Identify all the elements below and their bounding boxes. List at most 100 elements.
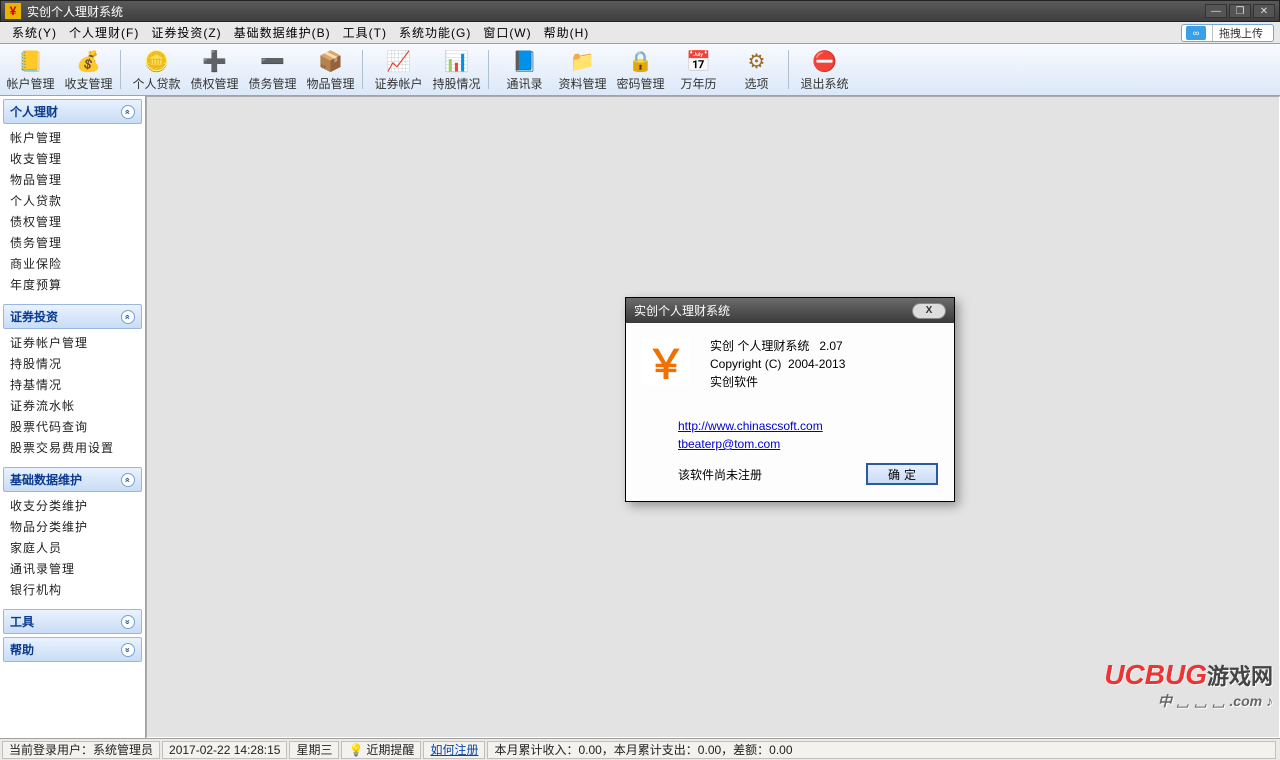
status-howto-register[interactable]: 如何注册 (423, 741, 485, 759)
toolbar-万年历[interactable]: 📅万年历 (670, 44, 728, 95)
sidebar-item-收支管理[interactable]: 收支管理 (10, 148, 145, 169)
toolbar-icon: 📘 (511, 47, 539, 75)
menu-item-2[interactable]: 证券投资(Z) (145, 22, 227, 43)
toolbar-separator (362, 50, 368, 89)
toolbar-通讯录[interactable]: 📘通讯录 (496, 44, 554, 95)
menu-item-4[interactable]: 工具(T) (337, 22, 393, 43)
about-dialog: 实创个人理财系统 X ￥ 实创 个人理财系统 2.07 Copyright (C… (625, 297, 955, 502)
toolbar-退出系统[interactable]: ⛔退出系统 (796, 44, 854, 95)
toolbar-icon: ➕ (201, 47, 229, 75)
window-titlebar: ¥ 实创个人理财系统 — ❐ ✕ (0, 0, 1280, 22)
sidebar-list: 收支分类维护物品分类维护家庭人员通讯录管理银行机构 (0, 492, 145, 606)
toolbar-选项[interactable]: ⚙选项 (728, 44, 786, 95)
window-title: 实创个人理财系统 (27, 3, 123, 20)
toolbar-icon: ⛔ (811, 47, 839, 75)
toolbar-label: 收支管理 (64, 75, 112, 92)
main-workspace: 实创个人理财系统 X ￥ 实创 个人理财系统 2.07 Copyright (C… (146, 96, 1280, 738)
toolbar-持股情况[interactable]: 📊持股情况 (428, 44, 486, 95)
menu-item-0[interactable]: 系统(Y) (6, 22, 63, 43)
chevron-icon: » (121, 615, 135, 629)
sidebar-item-年度预算[interactable]: 年度预算 (10, 274, 145, 295)
sidebar-item-持基情况[interactable]: 持基情况 (10, 374, 145, 395)
sidebar-item-债务管理[interactable]: 债务管理 (10, 232, 145, 253)
toolbar-label: 债权管理 (190, 75, 238, 92)
toolbar-icon: 🪙 (143, 47, 171, 75)
sidebar-group-title: 基础数据维护 (10, 471, 82, 488)
status-datetime: 2017-02-22 14:28:15 (162, 741, 287, 759)
toolbar-帐户管理[interactable]: 📒帐户管理 (2, 44, 60, 95)
sidebar-group-证券投资[interactable]: 证券投资 « (3, 304, 142, 329)
sidebar-item-收支分类维护[interactable]: 收支分类维护 (10, 495, 145, 516)
chevron-icon: « (121, 310, 135, 324)
sidebar-item-通讯录管理[interactable]: 通讯录管理 (10, 558, 145, 579)
menu-item-3[interactable]: 基础数据维护(B) (228, 22, 337, 43)
dialog-titlebar: 实创个人理财系统 X (626, 298, 954, 323)
toolbar-label: 通讯录 (506, 75, 542, 92)
menu-item-1[interactable]: 个人理财(F) (63, 22, 145, 43)
minimize-button[interactable]: — (1205, 4, 1227, 18)
toolbar-label: 资料管理 (558, 75, 606, 92)
close-button[interactable]: ✕ (1253, 4, 1275, 18)
menu-item-7[interactable]: 帮助(H) (538, 22, 596, 43)
upload-label: 拖拽上传 (1212, 25, 1269, 41)
sidebar-group-title: 证券投资 (10, 308, 58, 325)
toolbar-separator (788, 50, 794, 89)
toolbar-icon: 💰 (75, 47, 103, 75)
sidebar-item-股票代码查询[interactable]: 股票代码查询 (10, 416, 145, 437)
toolbar-icon: 📈 (385, 47, 413, 75)
chevron-icon: » (121, 643, 135, 657)
toolbar-label: 个人贷款 (132, 75, 180, 92)
sidebar-item-债权管理[interactable]: 债权管理 (10, 211, 145, 232)
status-user: 当前登录用户：系统管理员 (2, 741, 160, 759)
ok-button[interactable]: 确定 (866, 463, 938, 485)
toolbar-icon: 📦 (317, 47, 345, 75)
sidebar-group-帮助[interactable]: 帮助» (3, 637, 142, 662)
toolbar-label: 持股情况 (432, 75, 480, 92)
sidebar-item-家庭人员[interactable]: 家庭人员 (10, 537, 145, 558)
sidebar-group-工具[interactable]: 工具» (3, 609, 142, 634)
sidebar-group-title: 个人理财 (10, 103, 58, 120)
maximize-button[interactable]: ❐ (1229, 4, 1251, 18)
about-email-link[interactable]: tbeaterp@tom.com (678, 437, 938, 451)
toolbar-label: 证券帐户 (374, 75, 422, 92)
sidebar-item-股票交易费用设置[interactable]: 股票交易费用设置 (10, 437, 145, 458)
menu-item-5[interactable]: 系统功能(G) (393, 22, 477, 43)
sidebar-group-基础数据维护[interactable]: 基础数据维护« (3, 467, 142, 492)
sidebar-item-证券流水帐[interactable]: 证券流水帐 (10, 395, 145, 416)
sidebar: 个人理财 « 帐户管理收支管理物品管理个人贷款债权管理债务管理商业保险年度预算证券投… (0, 96, 146, 738)
sidebar-item-持股情况[interactable]: 持股情况 (10, 353, 145, 374)
toolbar-物品管理[interactable]: 📦物品管理 (302, 44, 360, 95)
sidebar-item-银行机构[interactable]: 银行机构 (10, 579, 145, 600)
menu-item-6[interactable]: 窗口(W) (477, 22, 537, 43)
toolbar-证券帐户[interactable]: 📈证券帐户 (370, 44, 428, 95)
sidebar-item-商业保险[interactable]: 商业保险 (10, 253, 145, 274)
toolbar-个人贷款[interactable]: 🪙个人贷款 (128, 44, 186, 95)
toolbar-label: 万年历 (680, 75, 716, 92)
sidebar-item-帐户管理[interactable]: 帐户管理 (10, 127, 145, 148)
chevron-icon: « (121, 105, 135, 119)
toolbar-密码管理[interactable]: 🔒密码管理 (612, 44, 670, 95)
toolbar-icon: ➖ (259, 47, 287, 75)
dialog-close-button[interactable]: X (912, 303, 946, 319)
toolbar-债务管理[interactable]: ➖债务管理 (244, 44, 302, 95)
toolbar-债权管理[interactable]: ➕债权管理 (186, 44, 244, 95)
sidebar-item-物品分类维护[interactable]: 物品分类维护 (10, 516, 145, 537)
toolbar-label: 选项 (744, 75, 768, 92)
about-website-link[interactable]: http://www.chinascsoft.com (678, 419, 938, 433)
upload-widget[interactable]: ∞ 拖拽上传 (1181, 24, 1274, 42)
toolbar-icon: 📊 (443, 47, 471, 75)
bulb-icon: 💡 (348, 743, 363, 757)
toolbar-收支管理[interactable]: 💰收支管理 (60, 44, 118, 95)
dialog-title: 实创个人理财系统 (634, 302, 730, 319)
sidebar-item-证券帐户管理[interactable]: 证券帐户管理 (10, 332, 145, 353)
menubar: 系统(Y)个人理财(F)证券投资(Z)基础数据维护(B)工具(T)系统功能(G)… (0, 22, 1280, 44)
sidebar-group-个人理财[interactable]: 个人理财 « (3, 99, 142, 124)
sidebar-item-个人贷款[interactable]: 个人贷款 (10, 190, 145, 211)
toolbar-资料管理[interactable]: 📁资料管理 (554, 44, 612, 95)
watermark: UCBUG游戏网 中 ␣ ␣ ␣ .com ♪ (1104, 659, 1273, 711)
toolbar-separator (488, 50, 494, 89)
toolbar-icon: 📒 (17, 47, 45, 75)
sidebar-item-物品管理[interactable]: 物品管理 (10, 169, 145, 190)
app-icon: ¥ (5, 3, 21, 19)
status-reminder[interactable]: 💡近期提醒 (341, 741, 421, 759)
